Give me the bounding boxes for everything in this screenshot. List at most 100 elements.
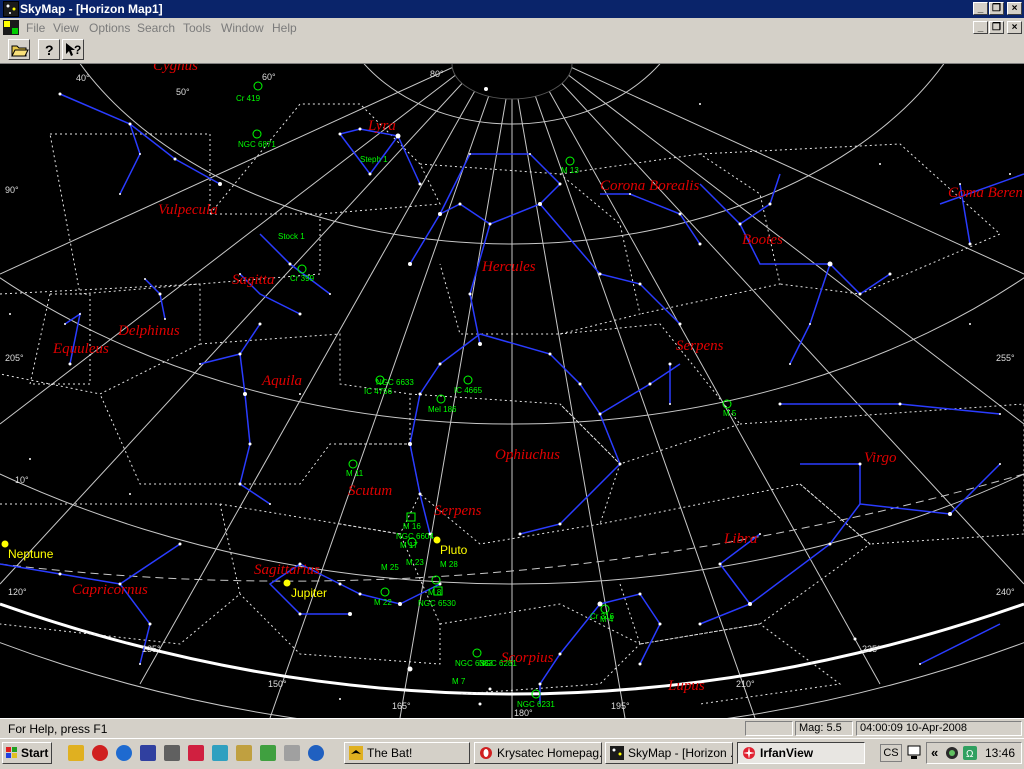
tick-az-120: 120°	[8, 587, 27, 597]
dso-stock-1[interactable]: Stock 1	[278, 232, 305, 241]
taskbar-clock: 13:46	[984, 746, 1015, 760]
task-krysatec-homepage[interactable]: Krysatec Homepag...	[474, 742, 602, 764]
constellation-virgo: Virgo	[864, 450, 897, 466]
mdi-child-icon[interactable]	[3, 20, 19, 35]
windows-flag-icon	[6, 747, 17, 758]
dso-ngc-6871[interactable]: NGC 6871	[238, 140, 276, 149]
constellation-corona-borealis: Corona Borealis	[600, 178, 700, 194]
dso-m22[interactable]: M 22	[374, 598, 392, 607]
language-indicator[interactable]: CS	[880, 744, 902, 762]
dso-ngc-6281[interactable]: NGC 6281	[479, 659, 517, 668]
dso-ngc-6530[interactable]: NGC 6530	[418, 599, 456, 608]
task-skymap[interactable]: SkyMap - [Horizon ...	[605, 742, 733, 764]
tray-expand-chevron[interactable]: «	[931, 745, 938, 760]
restore-button[interactable]: ❐	[989, 2, 1004, 15]
dso-cr-316[interactable]: Cr 316	[590, 612, 614, 621]
dso-m8[interactable]: M 8	[428, 588, 441, 597]
constellation-sagittarius: Sagittarius	[254, 562, 320, 578]
minimize-button[interactable]: _	[973, 2, 988, 15]
help-button[interactable]: ?	[38, 39, 60, 60]
quicklaunch-ie-icon[interactable]	[116, 745, 132, 761]
task-label: Krysatec Homepag...	[497, 746, 602, 760]
quicklaunch-bat-icon[interactable]	[68, 745, 84, 761]
child-restore-button[interactable]: ❐	[989, 21, 1004, 34]
status-bar: For Help, press F1 Mag: 5.5 04:00:09 10-…	[0, 718, 1024, 739]
context-help-button[interactable]: ?	[62, 39, 84, 60]
menu-help[interactable]: Help	[272, 21, 297, 35]
task-label: The Bat!	[367, 746, 413, 760]
tick-dec-10: 10°	[15, 475, 29, 485]
dso-m11[interactable]: M 11	[346, 469, 363, 478]
quicklaunch-shield-icon[interactable]	[164, 745, 180, 761]
menu-window[interactable]: Window	[221, 21, 264, 35]
irfanview-icon	[743, 747, 755, 759]
menu-bar: File View Options Search Tools Window He…	[0, 18, 1024, 37]
constellation-lyra: Lyra	[368, 118, 396, 134]
quicklaunch-app-icon[interactable]	[260, 745, 276, 761]
context-help-icon: ?	[66, 43, 81, 57]
quicklaunch-irfanview-icon[interactable]	[188, 745, 204, 761]
dso-m25[interactable]: M 25	[381, 563, 399, 572]
tray-app-icon[interactable]: Ω	[963, 746, 977, 760]
dso-cr-419[interactable]: Cr 419	[236, 94, 260, 103]
menu-tools[interactable]: Tools	[183, 21, 211, 35]
skymap-app-icon[interactable]	[3, 1, 19, 17]
quicklaunch-folder-icon[interactable]	[236, 745, 252, 761]
quicklaunch-browser-icon[interactable]	[308, 745, 324, 761]
dso-m5[interactable]: M 5	[723, 409, 736, 418]
sky-map-canvas	[0, 64, 1024, 718]
quicklaunch-box-icon[interactable]	[212, 745, 228, 761]
planet-jupiter[interactable]: Jupiter	[291, 586, 327, 600]
tick-az-150: 150°	[268, 679, 287, 689]
skymap-icon	[610, 746, 624, 760]
dso-m28[interactable]: M 28	[440, 560, 458, 569]
planet-neptune[interactable]: Neptune	[8, 547, 53, 561]
dso-ic-4665[interactable]: IC 4665	[454, 386, 482, 395]
child-close-button[interactable]: ×	[1007, 21, 1022, 34]
menu-options[interactable]: Options	[89, 21, 130, 35]
constellation-lupus: Lupus	[668, 678, 705, 694]
dso-mel-186[interactable]: Mel 186	[428, 405, 456, 414]
constellation-coma-berenices: Coma Beren	[948, 185, 1023, 201]
dso-ic-4756[interactable]: IC 4756	[364, 387, 392, 396]
child-minimize-button[interactable]: _	[973, 21, 988, 34]
constellation-vulpecula: Vulpecula	[158, 202, 218, 218]
task-irfanview[interactable]: IrfanView	[737, 742, 865, 764]
quicklaunch-disk-icon[interactable]	[140, 745, 156, 761]
tick-az-225: 225°	[862, 644, 881, 654]
close-button[interactable]: ×	[1007, 2, 1022, 15]
status-help-text: For Help, press F1	[8, 722, 108, 736]
dso-m16[interactable]: M 16	[403, 522, 421, 531]
tick-az-180: 180°	[514, 708, 533, 718]
monitor-icon[interactable]	[906, 744, 922, 762]
constellation-scutum: Scutum	[348, 483, 393, 499]
dso-ngc-6604[interactable]: NGC 6604	[396, 532, 434, 541]
status-magnitude: Mag: 5.5	[795, 721, 853, 736]
tray-network-icon[interactable]	[945, 746, 959, 760]
menu-search[interactable]: Search	[137, 21, 175, 35]
menu-file[interactable]: File	[26, 21, 45, 35]
start-button[interactable]: Start	[2, 742, 52, 764]
quicklaunch-opera-icon[interactable]	[92, 745, 108, 761]
constellation-ophiuchus: Ophiuchus	[495, 447, 560, 463]
task-the-bat[interactable]: The Bat!	[344, 742, 470, 764]
constellation-aquila: Aquila	[262, 373, 302, 389]
dso-m7[interactable]: M 7	[452, 677, 465, 686]
dso-steph-1[interactable]: Steph 1	[360, 155, 388, 164]
quicklaunch-doc-icon[interactable]	[284, 745, 300, 761]
constellation-equuleus: Equuleus	[53, 341, 109, 357]
task-label: IrfanView	[760, 746, 814, 760]
open-button[interactable]	[8, 39, 30, 60]
tick-az-240: 240°	[996, 587, 1015, 597]
dso-ngc-6633[interactable]: NGC 6633	[376, 378, 414, 387]
menu-view[interactable]: View	[53, 21, 79, 35]
dso-cr-399[interactable]: Cr 399	[290, 274, 314, 283]
sky-map[interactable]: Cygnus Lyra Vulpecula Sagitta Delphinus …	[0, 64, 1024, 718]
dso-m13[interactable]: M 13	[561, 166, 579, 175]
dso-m23[interactable]: M 23	[406, 558, 424, 567]
system-tray: « Ω 13:46	[926, 742, 1022, 764]
tick-dec-50: 50°	[176, 87, 190, 97]
dso-m17[interactable]: M 17	[400, 541, 418, 550]
planet-pluto[interactable]: Pluto	[440, 543, 467, 557]
start-label: Start	[21, 746, 49, 760]
